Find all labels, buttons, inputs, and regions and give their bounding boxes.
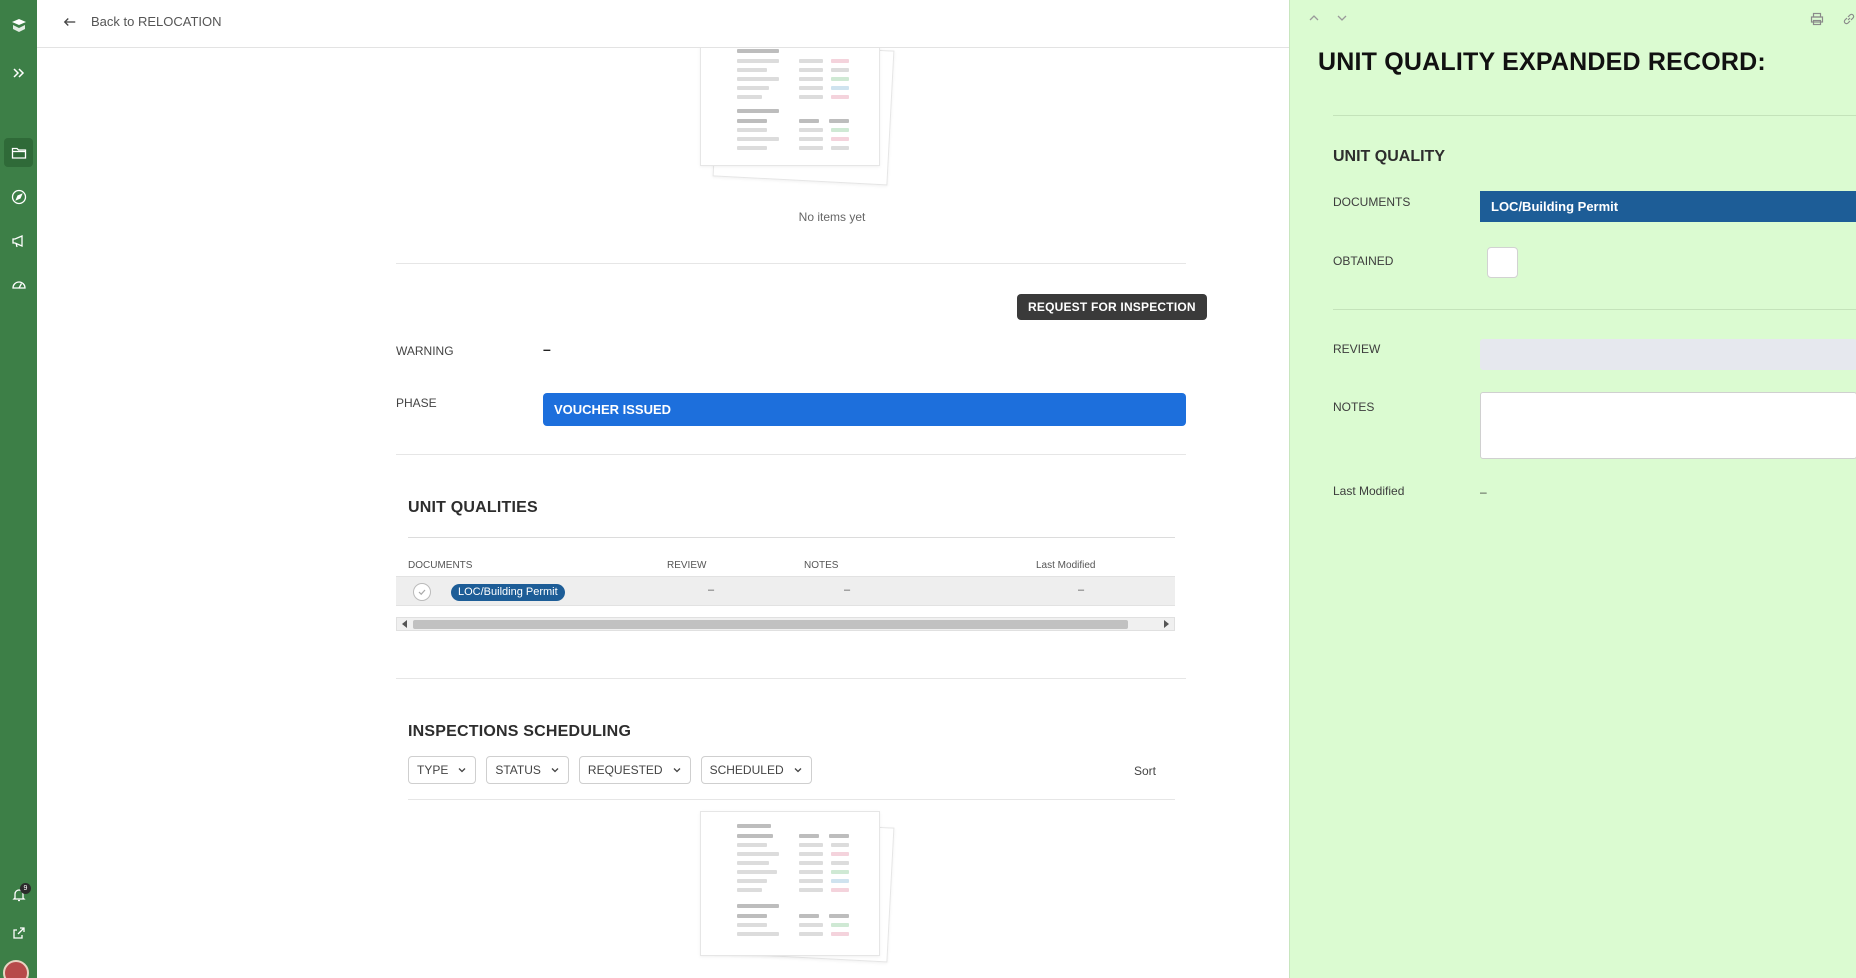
link-icon[interactable] (1842, 12, 1856, 26)
column-header-last-modified[interactable]: Last Modified (1036, 560, 1095, 571)
document-pill[interactable]: LOC/Building Permit (451, 584, 565, 601)
record-navigation (1308, 12, 1348, 24)
review-field[interactable] (1480, 339, 1856, 370)
column-header-review[interactable]: REVIEW (667, 560, 706, 571)
column-header-notes[interactable]: NOTES (804, 560, 838, 571)
sort-button[interactable]: Sort (1134, 764, 1156, 778)
horizontal-scrollbar[interactable] (396, 617, 1175, 631)
filter-status-button[interactable]: STATUS (486, 756, 569, 784)
chevron-down-icon[interactable] (1336, 12, 1348, 24)
divider (396, 678, 1186, 679)
unit-qualities-title: UNIT QUALITIES (408, 499, 538, 516)
left-nav-rail: 9 (0, 0, 37, 978)
inspection-filters: TYPE STATUS REQUESTED SCHEDULED (408, 756, 812, 784)
documents-value[interactable]: LOC/Building Permit (1480, 191, 1856, 222)
notes-cell: – (844, 584, 851, 596)
last-modified-label: Last Modified (1333, 484, 1405, 498)
phase-value-bar[interactable]: VOUCHER ISSUED (543, 393, 1186, 426)
filter-scheduled-label: SCHEDULED (709, 763, 784, 777)
main-content: No items yet REQUEST FOR INSPECTION WARN… (37, 48, 1289, 978)
column-header-documents[interactable]: DOCUMENTS (408, 560, 472, 571)
scroll-left-arrow-icon[interactable] (402, 620, 407, 628)
filter-type-button[interactable]: TYPE (408, 756, 477, 784)
obtained-label: OBTAINED (1333, 254, 1394, 268)
obtained-checkbox[interactable] (1487, 247, 1518, 278)
empty-state-illustration (692, 48, 902, 186)
notes-label: NOTES (1333, 400, 1375, 414)
filter-status-label: STATUS (495, 763, 541, 777)
last-modified-value: – (1480, 485, 1487, 499)
chevron-down-icon (673, 768, 681, 773)
empty-state-illustration (692, 811, 902, 963)
documents-label: DOCUMENTS (1333, 195, 1411, 209)
empty-state-text: No items yet (798, 210, 866, 224)
unit-quality-section-title: UNIT QUALITY (1333, 148, 1445, 165)
check-icon (418, 589, 426, 596)
app-root: 9 Back to RELOCATION No items yet REQUES… (0, 0, 1856, 978)
row-select-checkbox[interactable] (413, 583, 431, 601)
chevron-down-icon (551, 768, 559, 773)
table-top-border (408, 537, 1175, 538)
compass-icon[interactable] (4, 182, 33, 211)
back-link[interactable]: Back to RELOCATION (63, 14, 222, 29)
last-modified-cell: – (1078, 584, 1085, 596)
megaphone-icon[interactable] (4, 226, 33, 255)
divider (408, 799, 1175, 800)
review-cell: – (708, 584, 715, 596)
divider (1333, 309, 1856, 310)
chevron-down-icon (458, 768, 466, 773)
arrow-left-icon (63, 17, 76, 26)
notes-field[interactable] (1480, 392, 1856, 459)
filter-scheduled-button[interactable]: SCHEDULED (700, 756, 812, 784)
filter-requested-button[interactable]: REQUESTED (578, 756, 691, 784)
chevron-up-icon[interactable] (1308, 12, 1320, 24)
warning-label: WARNING (396, 344, 454, 358)
unit-qualities-table: DOCUMENTS REVIEW NOTES Last Modified LOC… (396, 537, 1175, 631)
print-icon[interactable] (1810, 12, 1824, 26)
table-row[interactable]: LOC/Building Permit – – – (396, 576, 1175, 606)
panel-title: UNIT QUALITY EXPANDED RECORD: (1318, 48, 1766, 76)
top-bar: Back to RELOCATION (37, 0, 1289, 48)
chevron-down-icon (794, 768, 802, 773)
request-inspection-button[interactable]: REQUEST FOR INSPECTION (1017, 294, 1207, 320)
panel-tools (1810, 12, 1856, 26)
filter-type-label: TYPE (417, 763, 449, 777)
folder-icon[interactable] (4, 138, 33, 167)
warning-value: – (543, 341, 551, 357)
share-icon[interactable] (4, 918, 33, 947)
scroll-right-arrow-icon[interactable] (1164, 620, 1169, 628)
divider (396, 454, 1186, 455)
scrollbar-thumb[interactable] (413, 620, 1128, 629)
expanded-record-panel: UNIT QUALITY EXPANDED RECORD: UNIT QUALI… (1289, 0, 1856, 978)
divider (396, 263, 1186, 264)
notification-count-badge: 9 (20, 883, 31, 894)
dashboard-gauge-icon[interactable] (4, 270, 33, 299)
filter-requested-label: REQUESTED (587, 763, 663, 777)
inspections-scheduling-title: INSPECTIONS SCHEDULING (408, 723, 632, 740)
expand-sidebar-icon[interactable] (4, 58, 33, 87)
app-logo-icon[interactable] (4, 10, 33, 39)
divider (1333, 115, 1856, 116)
user-avatar[interactable] (3, 960, 29, 978)
back-link-label: Back to RELOCATION (91, 14, 222, 29)
phase-label: PHASE (396, 396, 437, 410)
review-label: REVIEW (1333, 342, 1381, 356)
